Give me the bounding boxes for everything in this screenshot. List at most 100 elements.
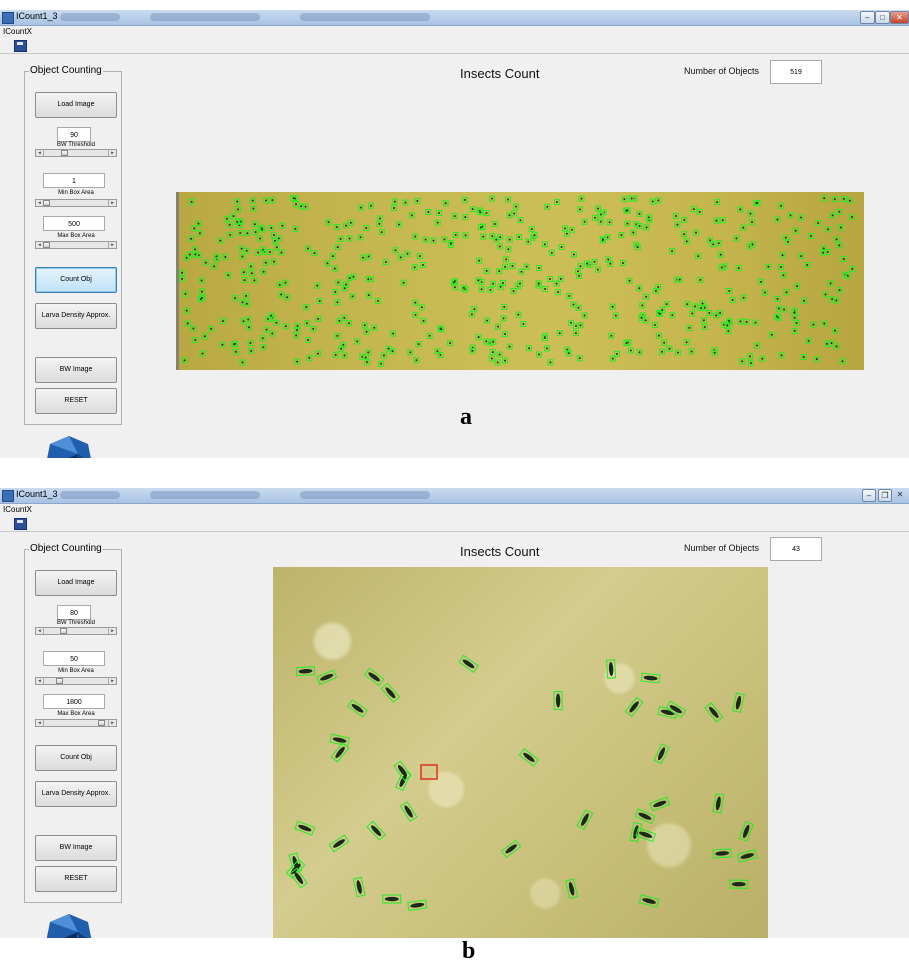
insect-dot bbox=[841, 360, 844, 363]
minimize-icon[interactable]: – bbox=[860, 11, 875, 24]
insect-dot bbox=[546, 205, 549, 208]
min-box-area-slider[interactable]: ◂ ▸ bbox=[35, 199, 117, 207]
insect-dot bbox=[496, 361, 499, 364]
slider-right-arrow-icon[interactable]: ▸ bbox=[108, 150, 116, 156]
load-image-button[interactable]: Load Image bbox=[35, 570, 117, 596]
insect-dot bbox=[630, 197, 633, 200]
insect-dot bbox=[789, 214, 792, 217]
app-window-b: ICount1_3 – ❐ ✕ ICountX Object Counting … bbox=[0, 488, 909, 938]
bw-image-button[interactable]: BW Image bbox=[35, 835, 117, 861]
insect-dot bbox=[677, 351, 680, 354]
insect-dot bbox=[243, 279, 246, 282]
insect-dot bbox=[645, 295, 648, 298]
insect-dot bbox=[249, 265, 252, 268]
insect-dot bbox=[676, 223, 679, 226]
close-icon[interactable]: ✕ bbox=[894, 489, 906, 500]
insect-larva bbox=[294, 872, 304, 885]
insect-dot bbox=[632, 231, 635, 234]
bw-image-button[interactable]: BW Image bbox=[35, 357, 117, 383]
insect-dot bbox=[831, 214, 834, 217]
insect-dot bbox=[691, 312, 694, 315]
slider-left-arrow-icon[interactable]: ◂ bbox=[36, 628, 44, 634]
slider-right-arrow-icon[interactable]: ▸ bbox=[108, 628, 116, 634]
save-icon[interactable] bbox=[14, 40, 27, 52]
bw-threshold-label: BW Threshold bbox=[57, 620, 95, 626]
count-obj-button[interactable]: Count Obj bbox=[35, 267, 117, 293]
insect-dot bbox=[543, 243, 546, 246]
slider-left-arrow-icon[interactable]: ◂ bbox=[36, 150, 44, 156]
insect-dot bbox=[570, 321, 573, 324]
save-icon[interactable] bbox=[14, 518, 27, 530]
title-bar[interactable]: ICount1_3 – □ ✕ bbox=[0, 10, 909, 26]
menu-item-icountx[interactable]: ICountX bbox=[3, 27, 32, 36]
insect-dot bbox=[761, 357, 764, 360]
close-icon[interactable]: ✕ bbox=[890, 11, 909, 24]
insect-dot bbox=[770, 333, 773, 336]
min-box-area-slider[interactable]: ◂ ▸ bbox=[35, 677, 117, 685]
max-box-area-field[interactable]: 1800 bbox=[43, 694, 105, 709]
min-box-area-field[interactable]: 50 bbox=[43, 651, 105, 666]
insect-larva bbox=[629, 701, 639, 713]
bw-threshold-field[interactable]: 90 bbox=[57, 127, 91, 142]
maximize-icon[interactable]: □ bbox=[875, 11, 890, 24]
insect-dot bbox=[559, 277, 562, 280]
insect-dot bbox=[391, 350, 394, 353]
reset-button[interactable]: RESET bbox=[35, 388, 117, 414]
insect-dot bbox=[296, 324, 299, 327]
slider-thumb[interactable] bbox=[43, 200, 50, 206]
bw-threshold-slider[interactable]: ◂ ▸ bbox=[35, 149, 117, 157]
max-box-area-field[interactable]: 500 bbox=[43, 216, 105, 231]
bw-threshold-slider[interactable]: ◂ ▸ bbox=[35, 627, 117, 635]
slider-thumb[interactable] bbox=[98, 720, 105, 726]
insect-dot bbox=[184, 292, 187, 295]
insect-dot bbox=[245, 294, 248, 297]
menu-item-icountx[interactable]: ICountX bbox=[3, 505, 32, 514]
slider-left-arrow-icon[interactable]: ◂ bbox=[36, 720, 44, 726]
bw-threshold-field[interactable]: 80 bbox=[57, 605, 91, 620]
insect-dot bbox=[751, 243, 754, 246]
insect-dot bbox=[505, 258, 508, 261]
insect-dot bbox=[694, 305, 697, 308]
slider-thumb[interactable] bbox=[56, 678, 63, 684]
slider-right-arrow-icon[interactable]: ▸ bbox=[108, 678, 116, 684]
title-bar[interactable]: ICount1_3 – ❐ ✕ bbox=[0, 488, 909, 504]
insect-dot bbox=[339, 237, 342, 240]
restore-icon[interactable]: ❐ bbox=[878, 489, 892, 502]
insect-dot bbox=[661, 308, 664, 311]
slider-right-arrow-icon[interactable]: ▸ bbox=[108, 242, 116, 248]
insect-dot bbox=[439, 327, 442, 330]
minimize-icon[interactable]: – bbox=[862, 489, 876, 502]
slider-thumb[interactable] bbox=[60, 628, 67, 634]
max-box-area-slider[interactable]: ◂ ▸ bbox=[35, 241, 117, 249]
insect-larva bbox=[404, 805, 413, 818]
insect-dot bbox=[415, 359, 418, 362]
insect-dot bbox=[336, 334, 339, 337]
insect-dot bbox=[265, 328, 268, 331]
insect-dot bbox=[629, 349, 632, 352]
slider-right-arrow-icon[interactable]: ▸ bbox=[108, 200, 116, 206]
slider-thumb[interactable] bbox=[61, 150, 68, 156]
institution-logo bbox=[46, 914, 92, 938]
insect-dot bbox=[499, 236, 502, 239]
min-box-area-field[interactable]: 1 bbox=[43, 173, 105, 188]
insect-dot bbox=[690, 350, 693, 353]
slider-right-arrow-icon[interactable]: ▸ bbox=[108, 720, 116, 726]
max-box-area-slider[interactable]: ◂ ▸ bbox=[35, 719, 117, 727]
reset-button[interactable]: RESET bbox=[35, 866, 117, 892]
slider-left-arrow-icon[interactable]: ◂ bbox=[36, 678, 44, 684]
insect-dot bbox=[527, 240, 530, 243]
larva-density-button[interactable]: Larva Density Approx. bbox=[35, 781, 117, 807]
insect-dot bbox=[692, 208, 695, 211]
insect-dot bbox=[657, 199, 660, 202]
insect-dot bbox=[518, 282, 521, 285]
insect-dot bbox=[815, 358, 818, 361]
insect-dot bbox=[284, 325, 287, 328]
slider-thumb[interactable] bbox=[43, 242, 50, 248]
load-image-button[interactable]: Load Image bbox=[35, 92, 117, 118]
count-obj-button[interactable]: Count Obj bbox=[35, 745, 117, 771]
insect-dot bbox=[838, 244, 841, 247]
insect-dot bbox=[344, 224, 347, 227]
larva-density-button[interactable]: Larva Density Approx. bbox=[35, 303, 117, 329]
insect-dot bbox=[185, 309, 188, 312]
insect-dot bbox=[674, 215, 677, 218]
